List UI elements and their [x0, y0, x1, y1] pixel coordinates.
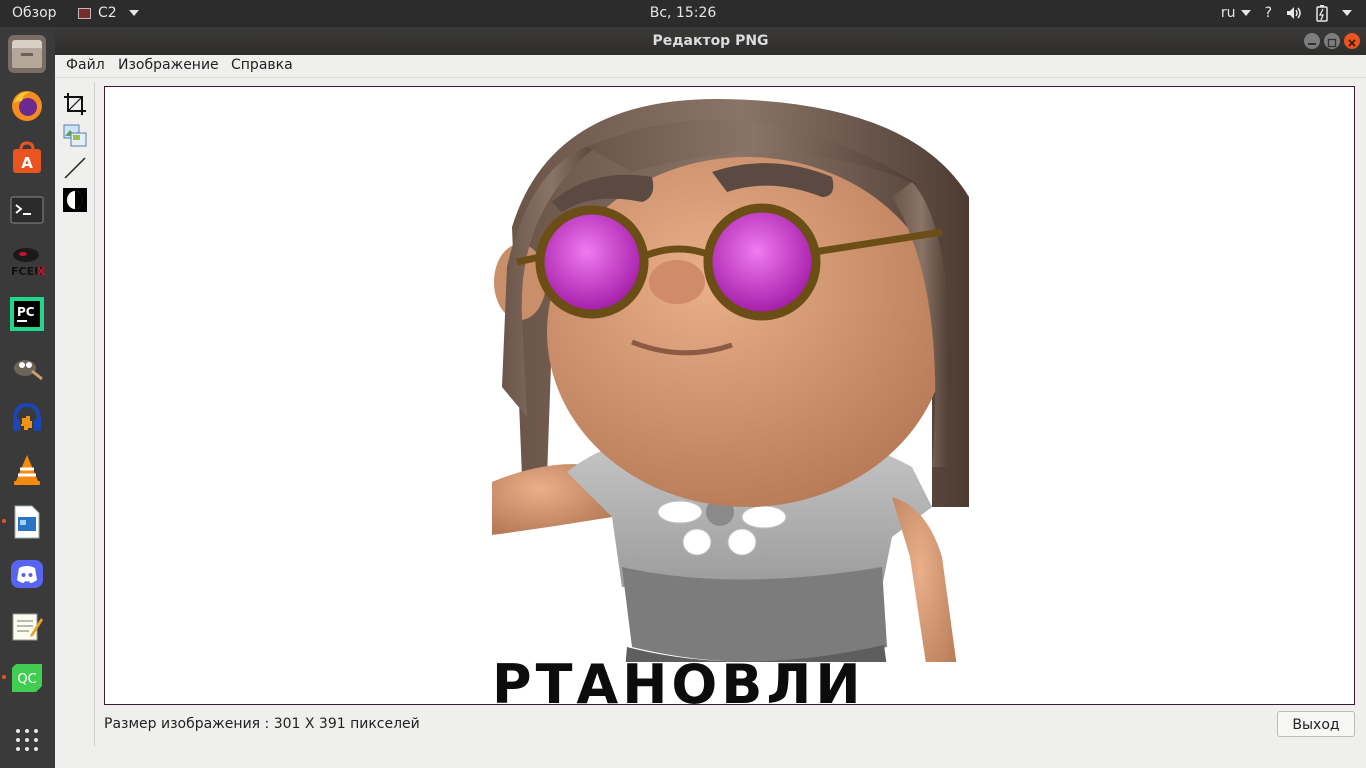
insert-image-tool-icon[interactable] — [63, 124, 87, 148]
maximize-icon — [1327, 38, 1337, 48]
fceux-icon[interactable]: FCEU X — [8, 243, 46, 281]
image-canvas[interactable]: РТАНОВЛИ — [104, 86, 1355, 705]
maximize-button[interactable] — [1324, 33, 1340, 49]
minimize-icon — [1308, 43, 1316, 45]
loaded-image — [492, 98, 969, 704]
close-button[interactable] — [1344, 33, 1360, 49]
app-menu-icon — [78, 7, 91, 19]
language-label: ru — [1220, 5, 1236, 21]
svg-text:A: A — [21, 154, 33, 172]
text-editor-icon[interactable] — [8, 607, 46, 645]
gimp-icon[interactable] — [8, 347, 46, 385]
activities-button[interactable]: Обзор — [12, 5, 57, 21]
window-titlebar[interactable]: Редактор PNG — [55, 27, 1366, 55]
language-indicator[interactable]: ru — [1221, 5, 1251, 21]
volume-icon[interactable] — [1286, 6, 1302, 20]
line-tool-icon[interactable] — [63, 156, 87, 180]
menu-file[interactable]: Файл — [66, 57, 105, 73]
system-menu-chevron-icon[interactable] — [1342, 10, 1352, 16]
chevron-down-icon — [128, 10, 139, 16]
menu-bar: Файл Изображение Справка — [55, 55, 1366, 78]
menu-image[interactable]: Изображение — [118, 57, 219, 73]
svg-text:X: X — [37, 265, 45, 278]
close-icon — [1348, 39, 1356, 47]
tool-panel — [58, 82, 95, 746]
files-icon[interactable] — [8, 35, 46, 73]
app-menu[interactable]: C2 — [78, 5, 139, 21]
menu-help[interactable]: Справка — [231, 57, 293, 73]
show-apps-icon[interactable] — [8, 721, 46, 759]
minimize-button[interactable] — [1304, 33, 1320, 49]
clock[interactable]: Вс, 15:26 — [650, 5, 717, 21]
running-indicator — [2, 519, 6, 523]
pycharm-icon[interactable]: PC — [8, 295, 46, 333]
help-indicator[interactable]: ? — [1265, 5, 1272, 21]
crop-tool-icon[interactable] — [63, 92, 87, 116]
dock: A FCEU X PC QC — [0, 27, 55, 768]
image-size-status: Размер изображения : 301 X 391 пикселей — [104, 716, 420, 732]
battery-icon[interactable] — [1316, 4, 1328, 22]
firefox-icon[interactable] — [8, 87, 46, 125]
writer-icon[interactable] — [8, 503, 46, 541]
window-title: Редактор PNG — [652, 33, 769, 49]
system-tray: ru ? — [1221, 4, 1352, 22]
discord-icon[interactable] — [8, 555, 46, 593]
audacity-icon[interactable] — [8, 399, 46, 437]
software-center-icon[interactable]: A — [8, 139, 46, 177]
image-caption: РТАНОВЛИ — [492, 655, 865, 704]
svg-text:QC: QC — [17, 672, 36, 687]
qtcreator-icon[interactable]: QC — [8, 659, 46, 697]
app-menu-label: C2 — [98, 5, 117, 21]
exit-button[interactable]: Выход — [1277, 711, 1355, 737]
svg-text:PC: PC — [17, 305, 35, 319]
running-indicator — [2, 675, 6, 679]
vlc-icon[interactable] — [8, 451, 46, 489]
top-bar: Обзор C2 Вс, 15:26 ru ? — [0, 0, 1366, 27]
chevron-down-icon — [1240, 10, 1251, 16]
terminal-icon[interactable] — [8, 191, 46, 229]
invert-tool-icon[interactable] — [63, 188, 87, 212]
